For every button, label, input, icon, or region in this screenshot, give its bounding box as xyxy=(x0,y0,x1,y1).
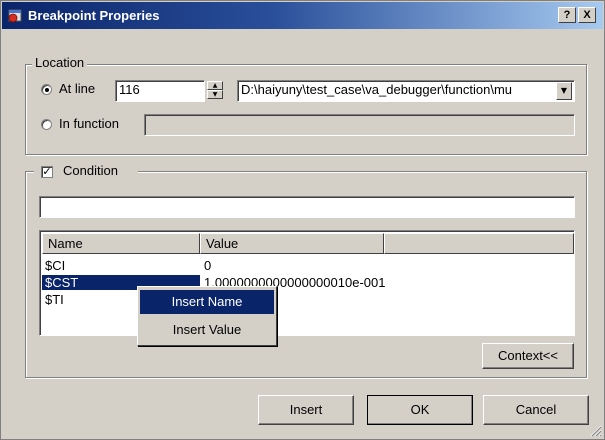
table-row[interactable]: $CI 0 xyxy=(42,258,574,275)
breakpoint-properties-dialog: Breakpoint Properies ? X Location At lin… xyxy=(0,0,605,440)
row-name: $CI xyxy=(45,258,66,273)
breakpoint-app-icon xyxy=(8,9,22,23)
spin-up-icon[interactable]: ▲ xyxy=(207,81,223,90)
checkmark-icon[interactable]: ✓ xyxy=(41,166,53,178)
ok-button[interactable]: OK xyxy=(367,395,473,425)
title-bar[interactable]: Breakpoint Properies ? X xyxy=(2,2,603,29)
line-number-input[interactable]: 116 xyxy=(115,80,205,102)
row-value: 0 xyxy=(204,258,212,273)
at-line-label[interactable]: At line xyxy=(59,81,95,96)
spin-down-icon[interactable]: ▼ xyxy=(207,90,223,99)
context-toggle-button[interactable]: Context<< xyxy=(482,343,574,369)
resize-grip-icon[interactable] xyxy=(590,425,602,437)
file-path-combobox[interactable]: D:\haiyuny\test_case\va_debugger\functio… xyxy=(237,80,575,102)
in-function-label[interactable]: In function xyxy=(59,116,119,131)
at-line-radio[interactable] xyxy=(41,84,52,95)
column-header-value[interactable]: Value xyxy=(200,233,384,254)
location-group xyxy=(25,64,587,155)
close-button[interactable]: X xyxy=(578,7,596,23)
dropdown-arrow-icon[interactable]: ▼ xyxy=(556,82,572,100)
line-number-spinner[interactable]: ▲ ▼ xyxy=(207,81,223,101)
dialog-title: Breakpoint Properies xyxy=(28,8,160,23)
condition-label[interactable]: Condition xyxy=(63,163,118,178)
cancel-button[interactable]: Cancel xyxy=(483,395,589,425)
condition-expression-input[interactable] xyxy=(39,196,575,218)
menu-item-insert-value[interactable]: Insert Value xyxy=(140,318,274,342)
column-header-blank[interactable] xyxy=(384,233,574,254)
menu-item-insert-name[interactable]: Insert Name xyxy=(140,290,274,314)
function-name-input[interactable] xyxy=(144,114,575,136)
variable-list[interactable]: Name Value $CI 0 $CST 1.0000000000000000… xyxy=(39,230,575,336)
location-group-label: Location xyxy=(32,55,88,70)
insert-button[interactable]: Insert xyxy=(258,395,354,425)
context-menu: Insert Name Insert Value xyxy=(137,286,277,346)
help-button[interactable]: ? xyxy=(558,7,576,23)
table-row[interactable]: $TI xyxy=(42,292,574,309)
table-row[interactable]: $CST 1.0000000000000000010e-001 xyxy=(42,275,574,292)
column-header-name[interactable]: Name xyxy=(42,233,200,254)
row-name: $TI xyxy=(45,292,64,307)
in-function-radio[interactable] xyxy=(41,119,52,130)
